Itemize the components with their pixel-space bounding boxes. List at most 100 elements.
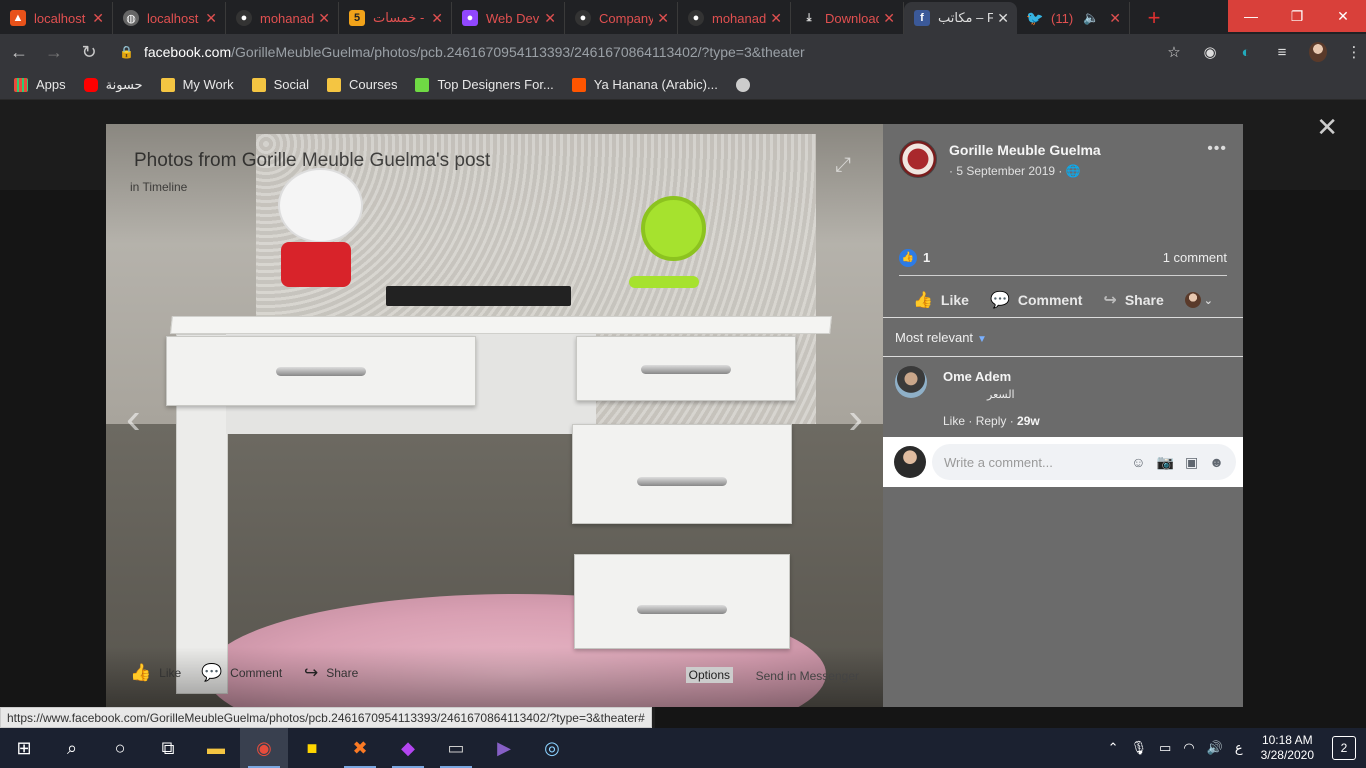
bookmark-soundcloud[interactable]: Ya Hanana (Arabic)... <box>571 77 718 92</box>
volume-icon[interactable]: 🔊 <box>1207 740 1223 756</box>
react-as-selector[interactable]: ⌄ <box>1184 292 1213 308</box>
network-app-icon[interactable]: ◎ <box>528 728 576 768</box>
sticky-notes-icon[interactable]: ■ <box>288 728 336 768</box>
bookmark-social[interactable]: Social <box>251 77 309 92</box>
forward-button[interactable]: → <box>38 36 70 68</box>
microphone-icon[interactable]: 🎙 <box>1131 740 1148 756</box>
post-photo[interactable]: Photos from Gorille Meuble Guelma's post… <box>106 124 883 707</box>
page-name[interactable]: Gorille Meuble Guelma <box>949 142 1101 158</box>
search-icon[interactable]: ⌕ <box>48 728 96 768</box>
tab-8-active[interactable]: f مكاتب – F ✕ <box>904 2 1017 34</box>
profile-avatar[interactable] <box>1309 42 1327 62</box>
start-button[interactable]: ⊞ <box>0 728 48 768</box>
close-tab-icon[interactable]: ✕ <box>1109 10 1121 27</box>
comment-age[interactable]: 29w <box>1017 414 1040 428</box>
close-tab-icon[interactable]: ✕ <box>431 10 443 27</box>
battery-icon[interactable]: ▭ <box>1159 740 1171 756</box>
options-button[interactable]: Options <box>685 667 733 683</box>
notification-center-button[interactable]: 2 <box>1332 736 1356 760</box>
bookmark-my-work[interactable]: My Work <box>160 77 234 92</box>
file-explorer-icon[interactable]: ▬ <box>192 728 240 768</box>
bookmark-apps[interactable]: Apps <box>14 77 66 92</box>
phpstorm-icon[interactable]: ◆ <box>384 728 432 768</box>
comment-sort-dropdown[interactable]: Most relevant ▼ <box>895 330 987 345</box>
upwork-icon <box>415 77 430 92</box>
comment-input[interactable]: Write a comment... ☺ 📷 ▣ ☻ <box>932 444 1236 480</box>
photo-like-button[interactable]: 👍 Like <box>130 663 181 683</box>
close-tab-icon[interactable]: ✕ <box>657 10 669 27</box>
reaction-count[interactable]: 1 <box>923 250 930 265</box>
clock[interactable]: 10:18 AM 3/28/2020 <box>1261 733 1314 763</box>
address-bar[interactable]: 🔒 facebook.com/GorilleMeubleGuelma/photo… <box>113 38 1153 66</box>
task-view-icon[interactable]: ⧉ <box>144 728 192 768</box>
commenter-avatar[interactable] <box>895 366 927 398</box>
commenter-name[interactable]: Ome Adem <box>943 369 1011 384</box>
share-button[interactable]: ↪ Share <box>1103 290 1163 310</box>
tab-6[interactable]: ● mohanad ✕ <box>678 2 791 34</box>
emoji-icon[interactable]: ☺ <box>1131 454 1145 471</box>
bookmark-globe[interactable] <box>735 77 758 92</box>
sticker-icon[interactable]: ☻ <box>1209 454 1224 471</box>
tab-9[interactable]: 🐦 (11) 🔈 ✕ <box>1017 2 1130 34</box>
apps-grid-icon <box>14 77 28 92</box>
comment-reply-link[interactable]: Reply <box>976 414 1007 428</box>
comment-button[interactable]: 💬 Comment <box>990 290 1082 310</box>
close-tab-icon[interactable]: ✕ <box>544 10 556 27</box>
previous-photo-icon[interactable]: ‹ <box>126 394 141 444</box>
maximize-button[interactable]: ❐ <box>1274 0 1320 32</box>
tab-3[interactable]: 5 خمسات - ✕ <box>339 2 452 34</box>
close-tab-icon[interactable]: ✕ <box>205 10 217 27</box>
bookmark-courses[interactable]: Courses <box>327 77 397 92</box>
chevron-up-icon[interactable]: ⌃ <box>1108 740 1119 756</box>
back-button[interactable]: ← <box>3 36 35 68</box>
photo-comment-button[interactable]: 💬 Comment <box>201 663 282 683</box>
like-button[interactable]: 👍 Like <box>913 290 969 310</box>
like-reaction-icon[interactable]: 👍 <box>899 248 917 267</box>
star-icon[interactable]: ☆ <box>1165 43 1183 61</box>
close-tab-icon[interactable]: ✕ <box>318 10 330 27</box>
new-tab-button[interactable]: + <box>1140 4 1168 32</box>
menu-icon[interactable]: ⋮ <box>1345 43 1363 61</box>
camera-icon[interactable]: 📷 <box>1157 454 1174 471</box>
minimize-button[interactable]: — <box>1228 0 1274 32</box>
tab-0[interactable]: ▲ localhost ✕ <box>0 2 113 34</box>
speaker-icon[interactable]: 🔈 <box>1083 10 1099 26</box>
extension-icon[interactable]: ◉ <box>1201 43 1219 61</box>
language-indicator[interactable]: ع <box>1235 740 1243 756</box>
visual-studio-icon[interactable]: ▶ <box>480 728 528 768</box>
tab-5[interactable]: ● Company ✕ <box>565 2 678 34</box>
facebook-page: ✕ Photos from Gorille Meuble Guelma's po… <box>0 100 1366 707</box>
wifi-icon[interactable]: ◠ <box>1183 740 1194 756</box>
tab-4[interactable]: ● Web Dev ✕ <box>452 2 565 34</box>
close-tab-icon[interactable]: ✕ <box>997 10 1009 27</box>
tab-2[interactable]: ● mohanad ✕ <box>226 2 339 34</box>
gif-icon[interactable]: ▣ <box>1185 454 1198 471</box>
bookmark-youtube[interactable]: حسونة <box>83 77 143 93</box>
chrome-icon[interactable]: ◉ <box>240 728 288 768</box>
drawer-right-3 <box>574 554 790 649</box>
cortana-icon[interactable]: ○ <box>96 728 144 768</box>
send-in-messenger-button[interactable]: Send in Messenger <box>756 669 859 683</box>
close-window-button[interactable]: ✕ <box>1320 0 1366 32</box>
comment-like-link[interactable]: Like <box>943 414 965 428</box>
bookmark-upwork[interactable]: Top Designers For... <box>415 77 554 92</box>
expand-icon[interactable]: ⤢ <box>835 154 851 177</box>
close-viewer-icon[interactable]: ✕ <box>1316 112 1338 143</box>
reload-button[interactable]: ↻ <box>73 36 105 68</box>
next-photo-icon[interactable]: › <box>848 394 863 444</box>
close-tab-icon[interactable]: ✕ <box>770 10 782 27</box>
xampp-icon[interactable]: ✖ <box>336 728 384 768</box>
moon-extension-icon[interactable]: ◐ <box>1237 44 1255 61</box>
close-tab-icon[interactable]: ✕ <box>92 10 104 27</box>
tab-7[interactable]: ⤓ Downloads✕ <box>791 2 904 34</box>
terminal-icon[interactable]: ▭ <box>432 728 480 768</box>
page-avatar[interactable] <box>899 140 937 178</box>
media-control-icon[interactable]: ≡ <box>1273 44 1291 61</box>
comment-count[interactable]: 1 comment <box>1163 250 1227 265</box>
more-options-icon[interactable]: ••• <box>1207 140 1227 158</box>
photo-share-button[interactable]: ↪ Share <box>304 663 358 683</box>
tab-1[interactable]: ◍ localhost ✕ <box>113 2 226 34</box>
tab-label: خمسات - <box>373 10 425 25</box>
close-tab-icon[interactable]: ✕ <box>883 10 895 27</box>
post-date[interactable]: · 5 September 2019 · 🌐 <box>949 164 1081 178</box>
